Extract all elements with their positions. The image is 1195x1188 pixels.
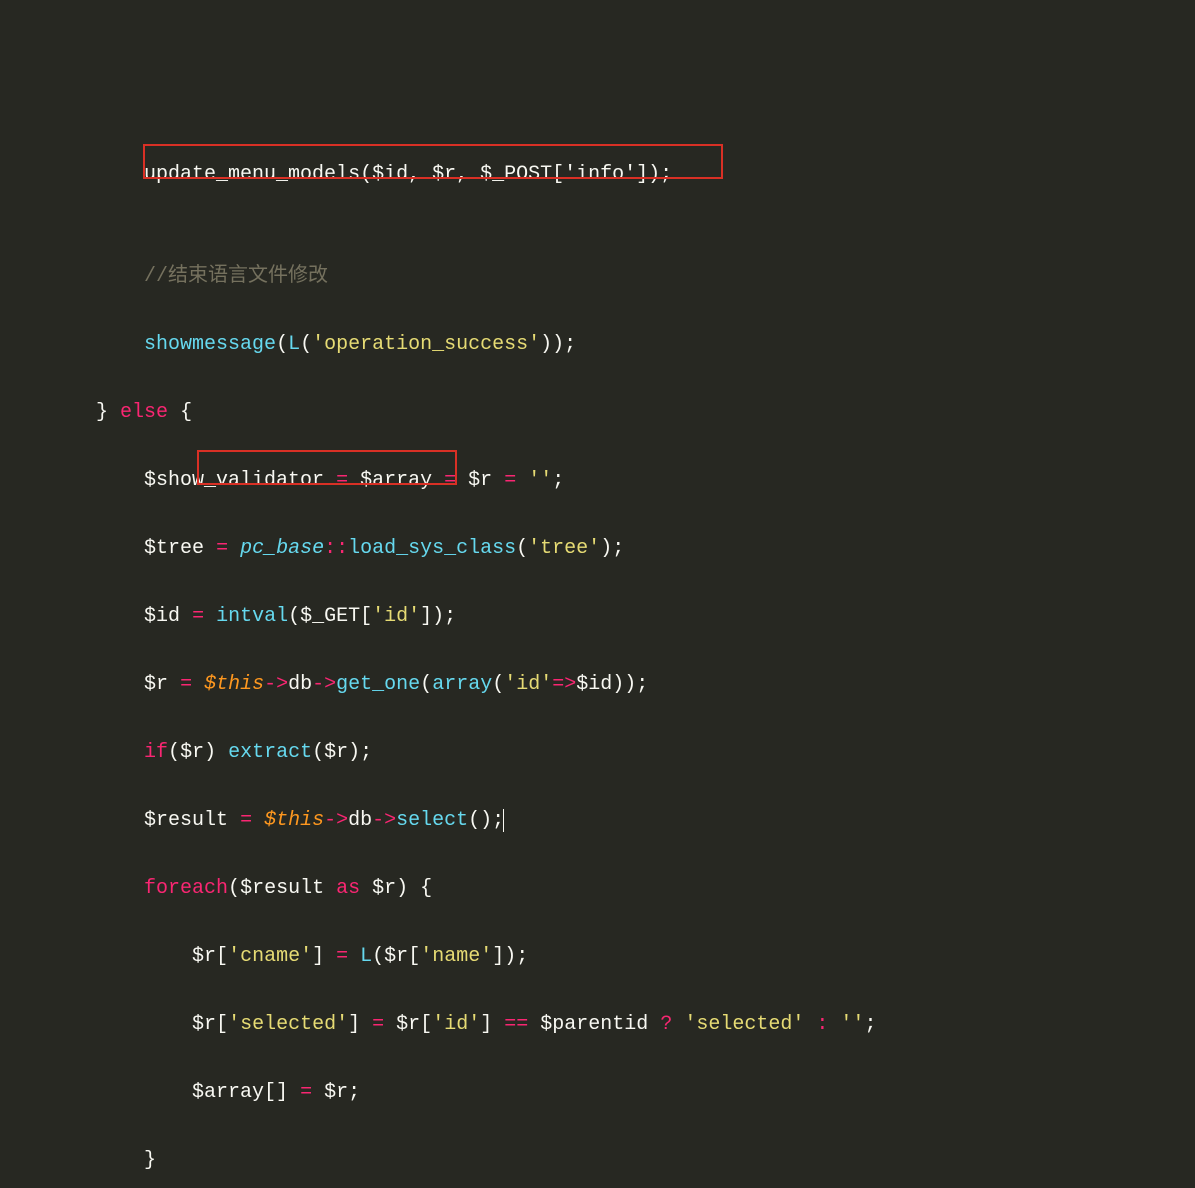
code-line: $array[] = $r; xyxy=(0,1076,1195,1110)
comment-text: //结束语言文件修改 xyxy=(144,265,328,288)
code-line: $r['cname'] = L($r['name']); xyxy=(0,940,1195,974)
code-editor[interactable]: update_menu_models($id, $r, $_POST['info… xyxy=(0,124,1195,1188)
code-line: $show_validator = $array = $r = ''; xyxy=(0,464,1195,498)
code-line: //结束语言文件修改 xyxy=(0,260,1195,294)
code-line: $result = $this->db->select(); xyxy=(0,804,1195,838)
code-line: } else { xyxy=(0,396,1195,430)
code-line: $id = intval($_GET['id']); xyxy=(0,600,1195,634)
code-line: showmessage(L('operation_success')); xyxy=(0,328,1195,362)
code-line: $r['selected'] = $r['id'] == $parentid ?… xyxy=(0,1008,1195,1042)
code-line: foreach($result as $r) { xyxy=(0,872,1195,906)
code-line: $r = $this->db->get_one(array('id'=>$id)… xyxy=(0,668,1195,702)
code-line: if($r) extract($r); xyxy=(0,736,1195,770)
code-line: $tree = pc_base::load_sys_class('tree'); xyxy=(0,532,1195,566)
code-line: } xyxy=(0,1144,1195,1178)
code-line: update_menu_models($id, $r, $_POST['info… xyxy=(0,158,1195,192)
